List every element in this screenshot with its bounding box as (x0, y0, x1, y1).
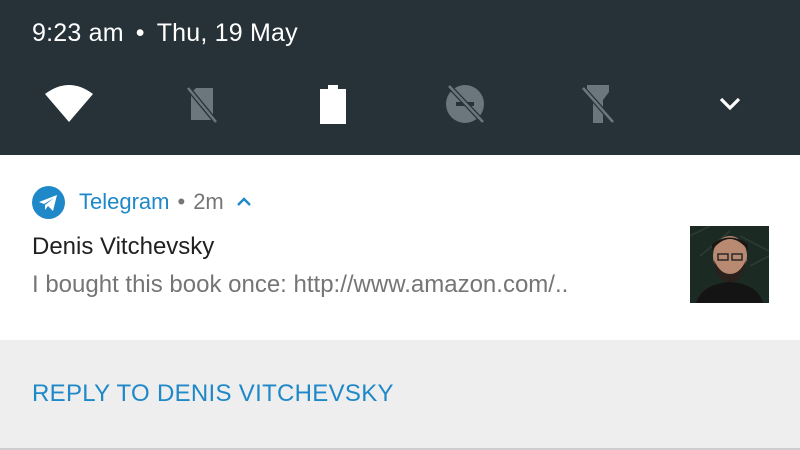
quick-settings-row (0, 78, 800, 130)
notification-header: Telegram • 2m (32, 185, 252, 219)
reply-button[interactable]: REPLY TO DENIS VITCHEVSKY (32, 380, 394, 408)
flashlight-off-icon[interactable] (572, 78, 624, 130)
telegram-notification[interactable]: Telegram • 2m Denis Vitchevsky I bought … (0, 155, 800, 340)
notification-title: Denis Vitchevsky (32, 233, 215, 260)
notification-actions: REPLY TO DENIS VITCHEVSKY (0, 340, 800, 450)
no-sim-icon[interactable] (176, 78, 228, 130)
chevron-up-icon[interactable] (236, 194, 252, 210)
app-name: Telegram (79, 189, 170, 214)
expand-chevron-icon[interactable] (704, 78, 756, 130)
avatar (690, 226, 769, 303)
date-label[interactable]: Thu, 19 May (157, 19, 298, 47)
time-ago: 2m (193, 189, 224, 214)
telegram-icon (32, 185, 65, 219)
clock-time: 9:23 am (32, 19, 124, 47)
separator-dot: • (135, 19, 145, 47)
data-saver-off-icon[interactable] (439, 78, 491, 130)
notification-shade-header: 9:23 am • Thu, 19 May (0, 0, 800, 155)
notification-body: I bought this book once: http://www.amaz… (32, 271, 569, 298)
separator-dot: • (177, 189, 186, 214)
battery-icon[interactable] (307, 78, 359, 130)
date-time-line: 9:23 am • Thu, 19 May (32, 19, 298, 48)
wifi-icon[interactable] (43, 78, 95, 130)
